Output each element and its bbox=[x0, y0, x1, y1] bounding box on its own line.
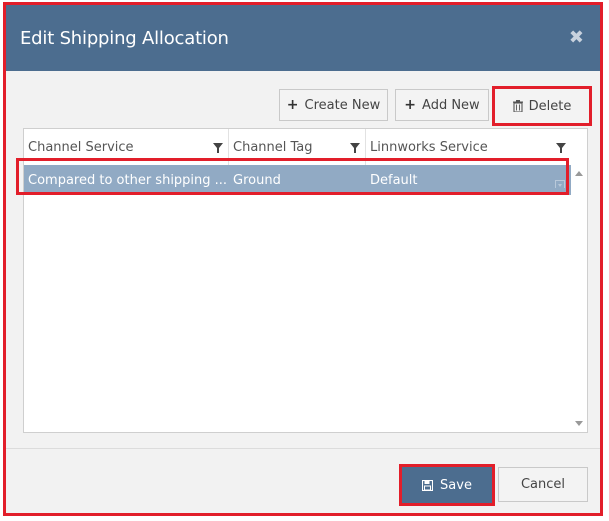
close-icon[interactable]: ✖ bbox=[569, 27, 584, 48]
dialog-title: Edit Shipping Allocation bbox=[20, 28, 229, 49]
trash-icon bbox=[512, 100, 523, 112]
floppy-disk-icon bbox=[422, 479, 434, 491]
cell-channel-service[interactable]: Compared to other shipping ... bbox=[24, 173, 229, 188]
cell-linnworks-service[interactable]: Default bbox=[366, 173, 571, 188]
column-header-label: Channel Tag bbox=[233, 140, 313, 155]
cell-channel-tag[interactable]: Ground bbox=[229, 173, 366, 188]
column-header-label: Linnworks Service bbox=[370, 140, 488, 155]
column-header-linnworks-service[interactable]: Linnworks Service bbox=[366, 129, 571, 165]
dialog-header: Edit Shipping Allocation ✖ bbox=[6, 5, 600, 71]
column-header-channel-tag[interactable]: Channel Tag bbox=[229, 129, 366, 165]
scroll-down-icon[interactable] bbox=[575, 421, 583, 426]
scroll-up-icon[interactable] bbox=[575, 171, 583, 176]
save-label: Save bbox=[440, 477, 472, 493]
plus-icon: + bbox=[286, 97, 299, 113]
filter-icon[interactable] bbox=[213, 143, 223, 153]
grid-header: Channel Service Channel Tag Linnworks Se… bbox=[24, 129, 571, 166]
vertical-scrollbar[interactable] bbox=[571, 165, 587, 432]
delete-button[interactable]: Delete bbox=[492, 86, 592, 126]
plus-icon: + bbox=[404, 97, 417, 113]
add-new-button[interactable]: + Add New bbox=[395, 89, 489, 121]
edit-shipping-allocation-dialog: Edit Shipping Allocation ✖ + Create New … bbox=[3, 2, 603, 516]
delete-label: Delete bbox=[528, 98, 572, 114]
column-header-channel-service[interactable]: Channel Service bbox=[24, 129, 229, 165]
create-new-button[interactable]: + Create New bbox=[279, 89, 388, 121]
footer-divider bbox=[6, 448, 600, 449]
create-new-label: Create New bbox=[304, 97, 381, 113]
chevron-down-icon[interactable] bbox=[555, 179, 565, 188]
filter-icon[interactable] bbox=[556, 143, 566, 153]
add-new-label: Add New bbox=[422, 97, 480, 113]
save-button[interactable]: Save bbox=[399, 464, 495, 506]
column-header-label: Channel Service bbox=[28, 140, 134, 155]
filter-icon[interactable] bbox=[350, 143, 360, 153]
cell-linnworks-service-value: Default bbox=[370, 172, 418, 188]
cancel-button[interactable]: Cancel bbox=[498, 467, 588, 502]
shipping-allocation-grid: Channel Service Channel Tag Linnworks Se… bbox=[23, 128, 588, 433]
cancel-label: Cancel bbox=[520, 477, 566, 492]
table-row[interactable]: Compared to other shipping ... Ground De… bbox=[24, 165, 571, 195]
